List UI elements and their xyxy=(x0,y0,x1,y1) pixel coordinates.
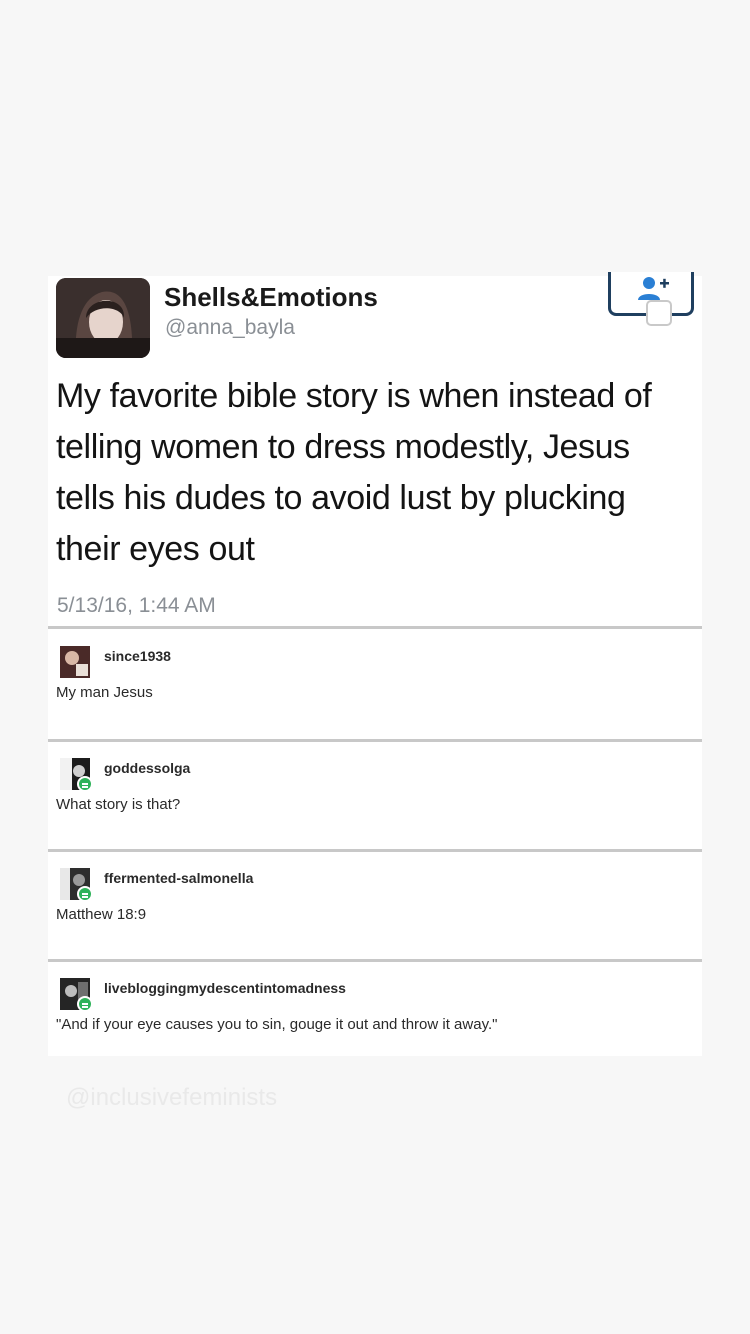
reply-item: since1938 My man Jesus xyxy=(48,634,702,742)
reply-text: "And if your eye causes you to sin, goug… xyxy=(56,1016,498,1033)
online-badge-icon xyxy=(77,776,93,792)
reply-item: ffermented-salmonella Matthew 18:9 xyxy=(48,856,702,964)
user-handle[interactable]: @anna_bayla xyxy=(165,316,295,340)
online-badge-icon xyxy=(77,996,93,1012)
tweet-text: My favorite bible story is when instead … xyxy=(56,377,652,568)
reply-item: goddessolga What story is that? xyxy=(48,746,702,854)
divider xyxy=(48,739,702,742)
divider xyxy=(48,626,702,629)
display-name[interactable]: Shells&Emotions xyxy=(164,282,378,313)
watermark: @inclusivefeminists xyxy=(66,1084,278,1111)
reply-avatar[interactable] xyxy=(60,646,90,678)
tweet-card: Shells&Emotions @anna_bayla My favorite … xyxy=(48,272,702,1056)
divider xyxy=(48,959,702,962)
tweet-timestamp: 5/13/16, 1:44 AM xyxy=(57,594,216,617)
reply-text: Matthew 18:9 xyxy=(56,906,147,923)
reply-username[interactable]: since1938 xyxy=(104,648,171,664)
reply-text: My man Jesus xyxy=(56,684,153,701)
reply-text: What story is that? xyxy=(56,796,181,813)
online-badge-icon xyxy=(77,886,93,902)
profile-avatar[interactable] xyxy=(56,278,150,358)
divider xyxy=(48,849,702,852)
reply-username[interactable]: ffermented-salmonella xyxy=(104,870,253,886)
reply-username[interactable]: goddessolga xyxy=(104,760,190,776)
reply-username[interactable]: livebloggingmydescentintomadness xyxy=(104,980,346,996)
follow-overlay-box xyxy=(646,300,672,326)
reply-item: livebloggingmydescentintomadness "And if… xyxy=(48,966,702,1074)
